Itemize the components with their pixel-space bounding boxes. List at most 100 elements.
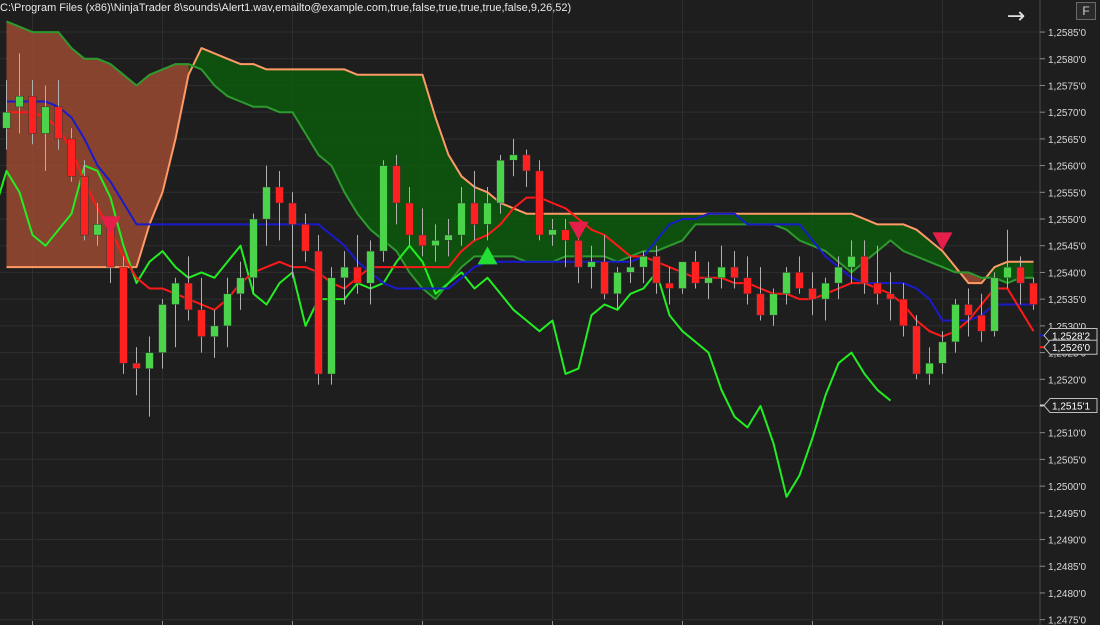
candle-up [158,304,167,353]
candle-down [795,272,804,289]
candle-down [730,266,739,279]
candle-up [496,160,505,204]
candle-down [184,282,193,311]
candle-down [977,314,986,332]
candle-down [873,282,882,295]
price-tag-label: 1,2526'0 [1052,343,1090,354]
price-tag-label: 1,2515'1 [1052,401,1090,412]
candle-up [639,256,648,268]
candle-up [938,341,947,364]
cloud-segment [643,213,657,252]
cloud-segment [890,224,904,252]
candle-down [197,309,206,337]
candle-up [2,111,11,129]
candle-down [535,170,544,236]
candle-up [626,266,635,273]
cloud-segment [435,117,449,300]
cloud-segment [877,224,891,252]
candle-up [457,202,466,236]
cloud-segment [6,21,20,268]
candle-down [54,106,63,140]
candle-down [353,266,362,284]
candle-up [444,234,453,241]
arrow-right-icon[interactable]: → [1003,4,1029,30]
y-tick-label: 1,2575'0 [1048,81,1086,92]
cloud-segment [240,64,254,107]
y-tick-label: 1,2495'0 [1048,509,1086,520]
candle-up [769,293,778,316]
cloud-segment [344,69,358,214]
cloud-segment [318,69,332,166]
cloud-segment [227,58,241,102]
candle-down [301,224,310,252]
candle-down [574,240,583,268]
y-tick-label: 1,2500'0 [1048,482,1086,493]
candle-up [990,277,999,332]
y-tick-label: 1,2490'0 [1048,536,1086,547]
ichimoku-cloud [6,21,1034,300]
y-tick-label: 1,2535'0 [1048,295,1086,306]
candle-down [808,288,817,300]
indicator-parameters-label: C:\Program Files (x86)\NinjaTrader 8\sou… [0,2,572,14]
y-tick-label: 1,2550'0 [1048,215,1086,226]
candle-down [1016,266,1025,284]
cloud-segment [708,213,722,225]
candle-up [431,240,440,246]
candle-up [379,165,388,252]
candle-up [171,282,180,305]
candle-down [67,138,76,177]
f-button[interactable]: F [1076,2,1096,20]
cloud-segment [123,74,137,268]
candle-down [756,293,765,316]
y-tick-label: 1,2505'0 [1048,455,1086,466]
y-tick-label: 1,2565'0 [1048,135,1086,146]
cloud-segment [32,32,46,268]
candle-down [418,234,427,246]
candle-up [704,277,713,284]
candle-down [275,186,284,204]
candle-up [717,266,726,279]
price-axis[interactable]: 1,2585'0 1,2580'0 1,2575'0 1,2570'0 1,2565'0… [1039,0,1098,625]
cloud-segment [721,213,735,225]
candle-up [15,95,24,108]
candle-up [847,256,856,268]
candle-up [93,224,102,236]
cloud-segment [149,69,163,225]
candle-down [132,362,141,369]
candle-down [288,202,297,225]
ichimoku-chart[interactable]: 1,2585'0 1,2580'0 1,2575'0 1,2570'0 1,2565'0… [0,0,1100,625]
candle-up [249,218,258,279]
candle-down [405,202,414,236]
candle-down [652,256,661,284]
candle-up [483,202,492,225]
candle-up [821,282,830,300]
cloud-segment [305,69,319,155]
cloud-segment [513,208,527,262]
y-tick-label: 1,2545'0 [1048,242,1086,253]
y-tick-label: 1,2540'0 [1048,268,1086,279]
candle-up [366,250,375,284]
y-tick-label: 1,2520'0 [1048,375,1086,386]
candle-down [561,229,570,241]
candle-up [1003,266,1012,279]
y-tick-label: 1,2485'0 [1048,562,1086,573]
cloud-segment [253,64,267,107]
candle-up [613,272,622,295]
candle-up [834,266,843,284]
candle-up [678,261,687,289]
candle-up [587,261,596,268]
y-tick-label: 1,2570'0 [1048,108,1086,119]
y-tick-label: 1,2480'0 [1048,589,1086,600]
cloud-segment [409,74,423,289]
candle-down [314,250,323,375]
candle-down [470,202,479,225]
y-tick-label: 1,2510'0 [1048,429,1086,440]
y-tick-label: 1,2560'0 [1048,162,1086,173]
candle-up [223,293,232,327]
candle-up [210,325,219,337]
candle-up [548,229,557,236]
candle-down [691,261,700,284]
cloud-segment [162,64,176,193]
candle-down [886,293,895,300]
y-tick-label: 1,2475'0 [1048,616,1086,625]
